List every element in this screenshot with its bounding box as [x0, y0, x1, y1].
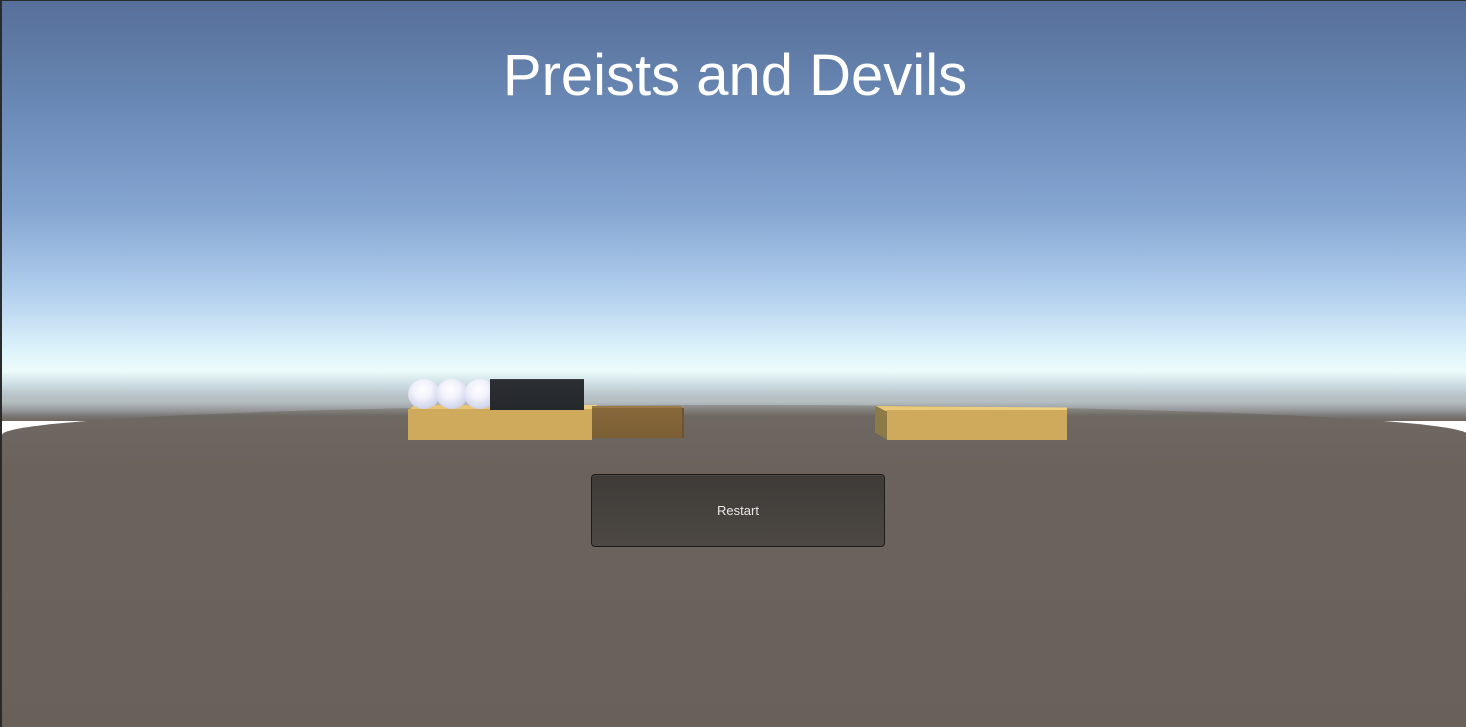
restart-button[interactable]: Restart — [591, 474, 885, 547]
restart-button-label: Restart — [717, 503, 759, 518]
game-title: Preists and Devils — [502, 43, 968, 108]
left-bank[interactable] — [408, 409, 592, 440]
boat[interactable] — [592, 408, 684, 438]
devil-1[interactable] — [490, 379, 584, 410]
ground — [2, 405, 1466, 727]
right-bank[interactable] — [887, 410, 1067, 440]
horizon — [2, 386, 1466, 416]
game-viewport: Preists and Devils Restart — [0, 0, 1466, 727]
